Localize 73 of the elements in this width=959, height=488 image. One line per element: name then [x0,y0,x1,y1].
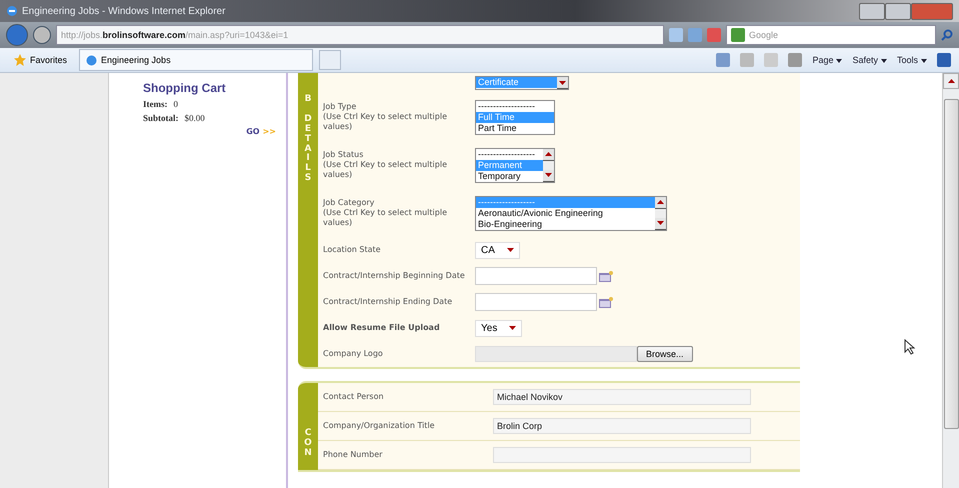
caret-icon [921,59,927,63]
browser-logo-icon [6,5,18,17]
up-arrow-icon[interactable] [657,200,664,204]
go-link[interactable]: GO >> [246,127,276,136]
list-option[interactable]: Part Time [476,122,554,134]
field-label: Job Category (Use Ctrl Key to select multiple values) [322,198,448,228]
back-button[interactable] [6,24,28,46]
command-menu[interactable]: Tools [896,55,927,65]
list-box[interactable]: ------------------- Permanent Temporary [475,148,555,182]
caret-icon [880,59,887,63]
text-field[interactable] [493,447,751,463]
list-option[interactable]: Bio-Engineering [476,218,655,230]
field-label: Allow Resume File Upload [322,323,441,333]
caret-icon[interactable] [506,248,514,252]
address-field[interactable]: http://jobs.brolinsoftware.com/main.asp?uri=1043&ei=1 [56,25,664,45]
search-icon[interactable] [941,29,953,41]
list-option[interactable]: ------------------- [476,100,554,112]
command-menu[interactable]: Safety [852,55,887,65]
mouse-pointer-icon [904,339,916,355]
forward-button[interactable] [33,26,51,44]
section-label: B [304,95,312,105]
items-value: 0 [174,99,178,109]
down-arrow-icon[interactable] [545,173,552,177]
list-scrollbar[interactable] [655,196,666,230]
field-label: Job Status (Use Ctrl Key to select multiple values) [322,150,448,180]
date-field[interactable] [475,267,597,285]
close-button[interactable] [911,2,953,20]
up-arrow-icon[interactable] [948,79,954,83]
browse-button[interactable]: Browse... [637,346,693,362]
list-scrollbar[interactable] [543,148,554,182]
items-label: Items: [143,99,168,109]
page-scrollbar[interactable] [942,73,959,488]
list-scrollbar[interactable] [557,77,568,89]
browser-tab[interactable]: Engineering Jobs [79,49,314,71]
field-label: Contract/Internship Beginning Date [322,271,466,281]
star-icon [14,54,26,66]
list-option[interactable]: Temporary [476,170,543,182]
minimize-button[interactable] [859,2,885,20]
text-field[interactable]: Michael Novikov [493,389,751,405]
subtotal-value: $0.00 [184,113,205,123]
date-field[interactable] [475,293,597,311]
down-arrow-icon[interactable] [657,221,664,225]
list-box[interactable]: ------------------- Full Time Part Time [475,100,555,134]
field-label: Job Type (Use Ctrl Key to select multiple values) [322,102,448,132]
field-label: Company/Organization Title [322,421,436,431]
new-tab-button[interactable] [319,50,342,70]
field-label: Location State [322,245,382,255]
list-option[interactable]: Aeronautic/Avionic Engineering [476,208,655,218]
list-box[interactable]: ------------------- Aeronautic/Avionic Engineering Bio-Engineering [475,196,667,230]
subtotal-label: Subtotal: [143,113,179,123]
field-label: Contract/Internship Ending Date [322,297,454,307]
calendar-icon[interactable] [599,270,613,282]
field-label: Contact Person [322,392,385,402]
caret-icon[interactable] [509,326,516,330]
command-menu[interactable]: Page [812,55,842,65]
up-arrow-icon[interactable] [545,152,552,156]
list-option[interactable]: ------------------- [476,148,543,160]
field-label: Company Logo [322,349,384,359]
cart-title: Shopping Cart [143,81,227,95]
caret-icon [836,59,842,63]
file-path-field[interactable] [475,346,637,362]
page-icon [86,54,98,66]
down-arrow-icon[interactable] [559,80,566,84]
section-label: CON [304,429,312,459]
text-field[interactable]: Brolin Corp [493,418,751,434]
favorites-button[interactable]: Favorites [8,52,74,68]
field-label: Phone Number [322,450,384,460]
section-label: DETAILS [304,114,312,184]
dropdown[interactable]: Yes [475,320,522,336]
dropdown[interactable]: CA [475,242,520,258]
window-title: Engineering Jobs - Windows Internet Explorer [22,6,226,16]
maximize-button[interactable] [885,2,911,20]
calendar-icon[interactable] [599,296,613,308]
